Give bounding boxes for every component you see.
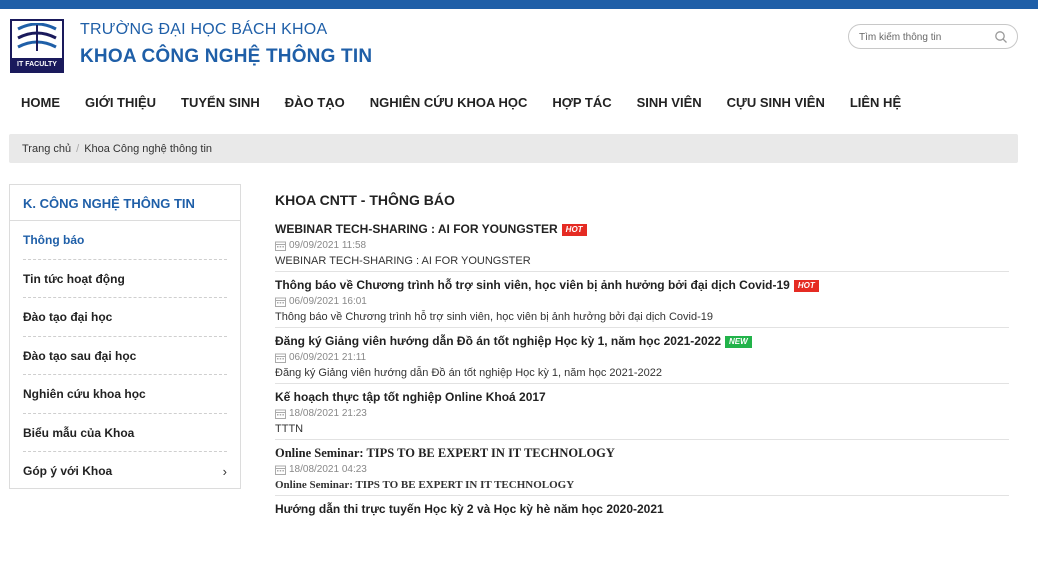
post-date-text: 06/09/2021 16:01 (289, 296, 367, 307)
chevron-right-icon: › (222, 464, 227, 479)
sidebar-item-dao-tao-sau-dai-hoc[interactable]: Đào tạo sau đại học (23, 337, 227, 375)
university-name[interactable]: TRƯỜNG ĐẠI HỌC BÁCH KHOA (80, 21, 327, 39)
sidebar-item-nghien-cuu[interactable]: Nghiên cứu khoa học (23, 375, 227, 414)
sidebar-title: K. CÔNG NGHỆ THÔNG TIN (10, 185, 240, 221)
sidebar-item-label: Tin tức hoạt động (23, 271, 125, 286)
breadcrumb-current[interactable]: Khoa Công nghệ thông tin (84, 143, 212, 155)
post-item: Kế hoạch thực tập tốt nghiệp Online Khoá… (275, 384, 1009, 440)
hot-badge: HOT (561, 224, 587, 236)
sidebar: K. CÔNG NGHỆ THÔNG TIN Thông báo Tin tức… (9, 184, 241, 489)
post-date: 09/09/2021 11:58 (275, 240, 1009, 252)
calendar-icon (275, 241, 286, 251)
sidebar-item-label: Thông báo (23, 233, 85, 247)
post-date: 18/08/2021 21:23 (275, 408, 1009, 420)
post-item: Online Seminar: TIPS TO BE EXPERT IN IT … (275, 440, 1009, 496)
post-item: Hướng dẫn thi trực tuyến Học kỳ 2 và Học… (275, 496, 1009, 552)
post-date-text: 06/09/2021 21:11 (289, 352, 367, 363)
nav-cuu-sinh-vien[interactable]: CỰU SINH VIÊN (727, 95, 825, 115)
post-title-link[interactable]: Kế hoạch thực tập tốt nghiệp Online Khoá… (275, 390, 1009, 405)
calendar-icon (275, 353, 286, 363)
post-date: 06/09/2021 21:11 (275, 352, 1009, 364)
nav-sinh-vien[interactable]: SINH VIÊN (637, 95, 702, 115)
post-title-text: Hướng dẫn thi trực tuyến Học kỳ 2 và Học… (275, 502, 664, 516)
post-item: Thông báo về Chương trình hỗ trợ sinh vi… (275, 272, 1009, 328)
new-badge: NEW (725, 336, 752, 348)
nav-hop-tac[interactable]: HỢP TÁC (552, 95, 611, 115)
post-summary: WEBINAR TECH-SHARING : AI FOR YOUNGSTER (275, 255, 531, 267)
sidebar-item-bieu-mau[interactable]: Biểu mẫu của Khoa (23, 414, 227, 452)
nav-gioi-thieu[interactable]: GIỚI THIỆU (85, 95, 156, 115)
top-accent-bar (0, 0, 1038, 9)
post-title-link[interactable]: Online Seminar: TIPS TO BE EXPERT IN IT … (275, 446, 1009, 461)
post-summary: TTTN (275, 423, 304, 435)
breadcrumb-home[interactable]: Trang chủ (22, 143, 71, 155)
breadcrumb: Trang chủ / Khoa Công nghệ thông tin (9, 134, 1018, 163)
main-nav: HOME GIỚI THIỆU TUYỂN SINH ĐÀO TẠO NGHIÊ… (21, 95, 926, 115)
sidebar-list: Thông báo Tin tức hoạt động Đào tạo đại … (10, 221, 240, 491)
post-date-text: 18/08/2021 04:23 (289, 464, 367, 475)
post-title-text: WEBINAR TECH-SHARING : AI FOR YOUNGSTER (275, 222, 558, 236)
post-summary: Thông báo về Chương trình hỗ trợ sinh vi… (275, 311, 713, 323)
sidebar-item-dao-tao-dai-hoc[interactable]: Đào tạo đại học (23, 298, 227, 337)
post-title-link[interactable]: Đăng ký Giảng viên hướng dẫn Đồ án tốt n… (275, 334, 1009, 349)
calendar-icon (275, 465, 286, 475)
post-summary: Đăng ký Giảng viên hướng dẫn Đồ án tốt n… (275, 367, 662, 379)
post-title-link[interactable]: WEBINAR TECH-SHARING : AI FOR YOUNGSTER H… (275, 222, 1009, 237)
post-title-link[interactable]: Thông báo về Chương trình hỗ trợ sinh vi… (275, 278, 1009, 293)
faculty-logo[interactable]: IT FACULTY (10, 19, 64, 73)
faculty-name[interactable]: KHOA CÔNG NGHỆ THÔNG TIN (80, 46, 372, 68)
nav-home[interactable]: HOME (21, 95, 60, 115)
sidebar-item-gop-y[interactable]: Góp ý với Khoa › (23, 452, 227, 491)
search-box[interactable] (848, 24, 1018, 49)
post-title-text: Đăng ký Giảng viên hướng dẫn Đồ án tốt n… (275, 334, 721, 348)
nav-dao-tao[interactable]: ĐÀO TẠO (285, 95, 345, 115)
post-item: WEBINAR TECH-SHARING : AI FOR YOUNGSTER H… (275, 216, 1009, 272)
logo-emblem-icon (17, 23, 57, 51)
sidebar-item-label: Nghiên cứu khoa học (23, 387, 146, 401)
search-input[interactable] (859, 29, 989, 45)
post-title-text: Kế hoạch thực tập tốt nghiệp Online Khoá… (275, 390, 546, 404)
sidebar-item-thong-bao[interactable]: Thông báo (23, 221, 227, 260)
post-date: 06/09/2021 16:01 (275, 296, 1009, 308)
page-title: KHOA CNTT - THÔNG BÁO (275, 192, 455, 208)
post-title-text: Thông báo về Chương trình hỗ trợ sinh vi… (275, 278, 790, 292)
post-date-text: 18/08/2021 21:23 (289, 408, 367, 419)
sidebar-item-label: Góp ý với Khoa (23, 464, 113, 478)
post-date-text: 09/09/2021 11:58 (289, 240, 367, 251)
sidebar-item-label: Đào tạo đại học (23, 310, 113, 324)
hot-badge: HOT (793, 280, 819, 292)
post-summary: Online Seminar: TIPS TO BE EXPERT IN IT … (275, 479, 575, 491)
logo-text: IT FACULTY (12, 58, 62, 71)
nav-lien-he[interactable]: LIÊN HỆ (850, 95, 901, 115)
breadcrumb-separator: / (76, 143, 80, 155)
calendar-icon (275, 409, 286, 419)
post-title-link[interactable]: Hướng dẫn thi trực tuyến Học kỳ 2 và Học… (275, 502, 1009, 517)
sidebar-item-label: Đào tạo sau đại học (23, 348, 137, 363)
post-title-text: Online Seminar: TIPS TO BE EXPERT IN IT … (275, 446, 615, 460)
search-icon[interactable] (994, 30, 1008, 44)
main-content: KHOA CNTT - THÔNG BÁO WEBINAR TECH-SHARI… (275, 192, 1009, 552)
post-date: 18/08/2021 04:23 (275, 464, 1009, 476)
nav-nghien-cuu[interactable]: NGHIÊN CỨU KHOA HỌC (370, 95, 528, 115)
nav-tuyen-sinh[interactable]: TUYỂN SINH (181, 95, 260, 115)
calendar-icon (275, 297, 286, 307)
sidebar-item-tin-tuc[interactable]: Tin tức hoạt động (23, 260, 227, 298)
sidebar-item-label: Biểu mẫu của Khoa (23, 425, 135, 440)
post-item: Đăng ký Giảng viên hướng dẫn Đồ án tốt n… (275, 328, 1009, 384)
